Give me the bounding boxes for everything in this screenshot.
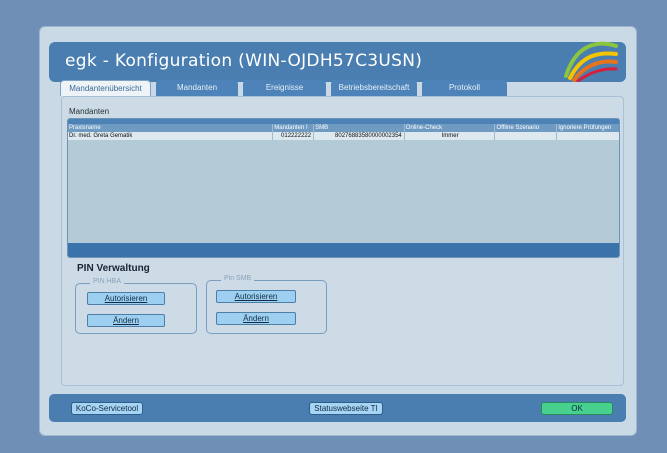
hba-authorize-button[interactable]: Autorisieren <box>87 292 165 305</box>
mandanten-section-label: Mandanten <box>69 107 110 116</box>
koco-servicetool-button[interactable]: KoCo-Servicetool <box>71 402 143 415</box>
ok-button[interactable]: OK <box>541 402 613 415</box>
cell-mandanten-id: 012222222 <box>273 132 315 140</box>
egk-logo-icon <box>564 41 618 82</box>
column-header-smb[interactable]: SMB <box>314 124 405 132</box>
table-row[interactable]: Dr. med. Greta Gematik 012222222 8027688… <box>68 132 619 140</box>
table-header: Praxisname Mandanten I SMB Online-Check … <box>68 124 619 132</box>
config-window: egk - Konfiguration (WIN-OJDH57C3USN) Ma… <box>39 26 637 436</box>
hba-change-button[interactable]: Ändern <box>87 314 165 327</box>
smb-change-button[interactable]: Ändern <box>216 312 296 325</box>
smb-authorize-label: Autorisieren <box>234 292 278 301</box>
statuswebseite-ti-button[interactable]: Statuswebseite TI <box>309 402 383 415</box>
hba-authorize-label: Autorisieren <box>104 294 148 303</box>
tab-ereignisse[interactable]: Ereignisse <box>243 80 326 96</box>
column-header-mandanten-id[interactable]: Mandanten I <box>273 124 315 132</box>
column-header-praxisname[interactable]: Praxisname <box>68 124 274 132</box>
cell-smb: 80276883580000002354 <box>314 132 405 140</box>
cell-online-check: Immer <box>405 132 496 140</box>
tab-betriebsbereitschaft[interactable]: Betriebsbereitschaft <box>331 80 417 96</box>
table-bottom-bar <box>68 243 619 257</box>
column-header-ignoriere-pruefungen[interactable]: Ignoriere Prüfungen <box>557 124 619 132</box>
mandanten-table[interactable]: Praxisname Mandanten I SMB Online-Check … <box>67 118 620 258</box>
column-header-offline-szenario[interactable]: Offline Szenario <box>495 124 558 132</box>
pin-hba-group: PIN HBA Autorisieren Ändern <box>75 278 197 334</box>
footer-bar: KoCo-Servicetool Statuswebseite TI OK <box>49 394 626 422</box>
title-bar: egk - Konfiguration (WIN-OJDH57C3USN) <box>49 41 626 82</box>
pin-verwaltung-title: PIN Verwaltung <box>77 263 150 274</box>
cell-offline-szenario <box>495 132 558 140</box>
pin-hba-legend: PIN HBA <box>90 278 125 285</box>
tab-mandantenuebersicht[interactable]: Mandantenübersicht <box>60 80 151 96</box>
pin-smb-legend: Pin SMB <box>221 275 255 282</box>
smb-change-label: Ändern <box>243 314 269 323</box>
cell-ignoriere-pruefungen <box>557 132 619 140</box>
window-title: egk - Konfiguration (WIN-OJDH57C3USN) <box>65 51 423 71</box>
hba-change-label: Ändern <box>113 316 139 325</box>
pin-smb-group: Pin SMB Autorisieren Ändern <box>206 275 327 334</box>
smb-authorize-button[interactable]: Autorisieren <box>216 290 296 303</box>
tab-protokoll[interactable]: Protokoll <box>422 80 507 96</box>
tab-mandanten[interactable]: Mandanten <box>156 80 238 96</box>
cell-praxisname: Dr. med. Greta Gematik <box>68 132 274 140</box>
mandantenuebersicht-panel: Mandanten Praxisname Mandanten I SMB Onl… <box>61 96 624 386</box>
column-header-online-check[interactable]: Online-Check <box>405 124 496 132</box>
